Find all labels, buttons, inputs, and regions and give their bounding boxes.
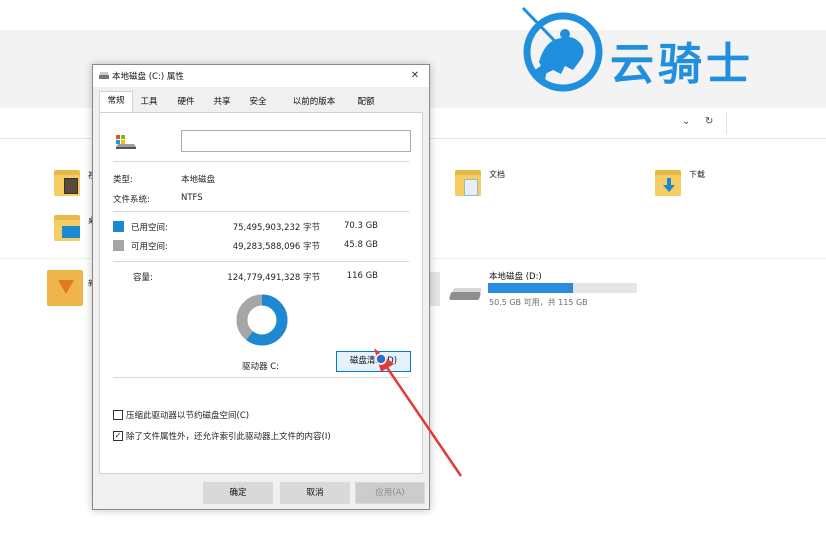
cursor-dot: [375, 353, 387, 365]
arrow-shaft: [384, 365, 463, 477]
annotation-arrow: [374, 348, 463, 477]
